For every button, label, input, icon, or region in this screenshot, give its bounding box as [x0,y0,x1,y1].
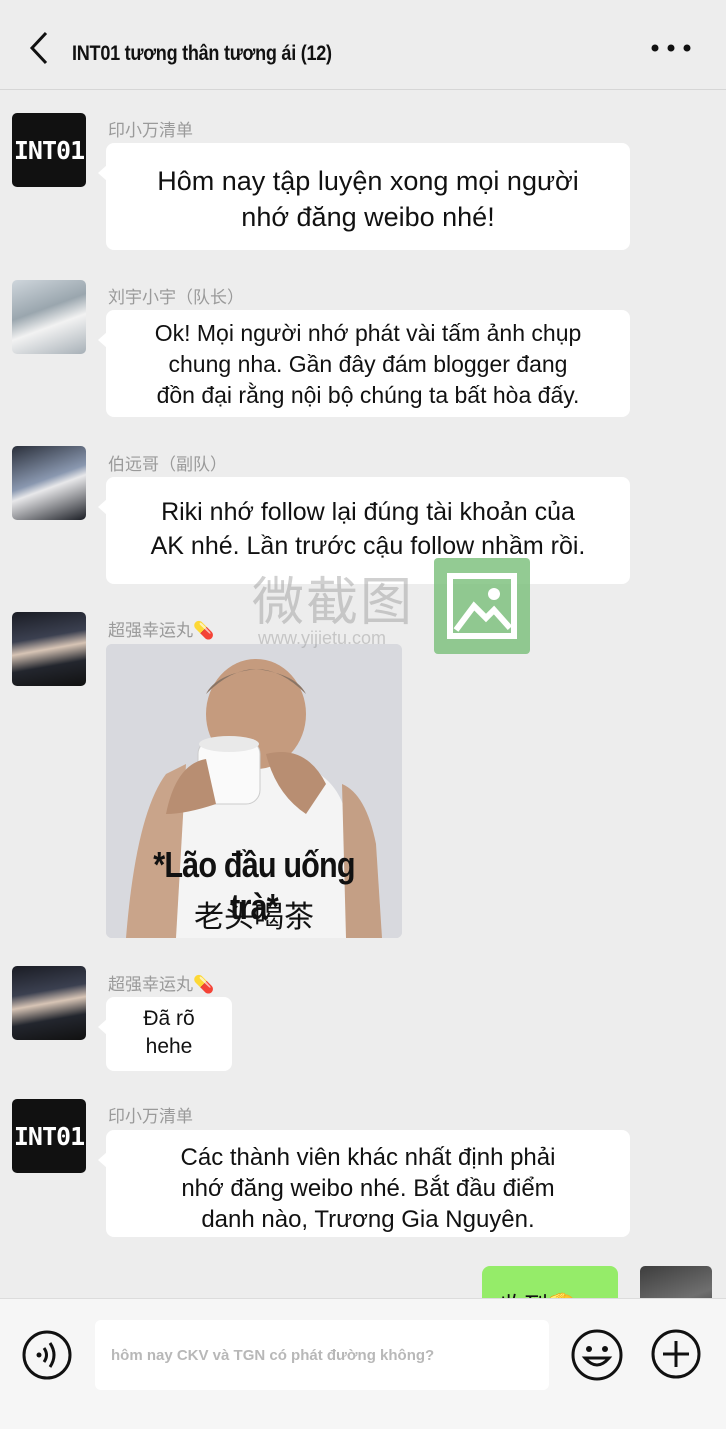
message-line: danh nào, Trương Gia Nguyên. [201,1206,535,1233]
message-bubble[interactable]: Hôm nay tập luyện xong mọi người nhớ đăn… [98,143,630,250]
chevron-left-icon[interactable] [26,30,56,66]
sticker-caption-chinese: 老头喝茶 [194,901,314,934]
avatar-logo-text: INT01 [13,135,85,165]
message-line: nhớ đăng weibo nhé! [241,202,495,232]
message-line: AK nhé. Lần trước cậu follow nhầm rồi. [150,532,586,560]
message-bubble[interactable]: Ok! Mọi người nhớ phát vài tấm ảnh chụp … [98,310,630,417]
message-bubble[interactable]: Các thành viên khác nhất định phải nhớ đ… [98,1130,630,1237]
chat-header: INT01 tương thân tương ái (12) [0,0,726,90]
message-line: Riki nhớ follow lại đúng tài khoản của [161,498,575,526]
message-line: đồn đại rằng nội bộ chúng ta bất hòa đấy… [156,382,580,408]
message-line: hehe [145,1035,193,1058]
avatar[interactable] [12,612,86,686]
avatar[interactable]: INT01 [12,1099,86,1173]
sender-name: 印小万清单 [108,121,193,140]
message-input-box[interactable] [95,1320,549,1390]
sender-name: 超强幸运丸💊 [108,975,215,994]
message-bubble[interactable]: Đã rõ hehe [98,997,232,1071]
sender-name: 印小万清单 [108,1107,193,1126]
message-line: nhớ đăng weibo nhé. Bắt đầu điểm [181,1175,555,1202]
avatar[interactable] [12,966,86,1040]
sticker-image[interactable]: *Lão đầu uống trà* 老头喝茶 [106,644,402,938]
message-input[interactable] [95,1320,549,1390]
message-line: Ok! Mọi người nhớ phát vài tấm ảnh chụp [154,320,582,346]
message-line: chung nha. Gần đây đám blogger đang [168,351,568,377]
more-dots-icon[interactable] [648,38,694,58]
avatar[interactable] [12,446,86,520]
chat-title: INT01 tương thân tương ái (12) [72,42,332,65]
avatar[interactable] [12,280,86,354]
voice-icon[interactable] [22,1330,72,1380]
message-line: Đã rõ [143,1007,195,1030]
avatar[interactable]: INT01 [12,113,86,187]
message-line: Các thành viên khác nhất định phải [180,1144,556,1171]
message-bubble[interactable]: Riki nhớ follow lại đúng tài khoản của A… [98,477,630,584]
avatar-logo-text: INT01 [13,1121,85,1151]
sender-name: 超强幸运丸💊 [108,621,215,640]
sender-name: 伯远哥（副队） [108,455,227,474]
input-bar [0,1298,726,1429]
plus-icon[interactable] [650,1328,702,1380]
sender-name: 刘宇小宇（队长） [108,288,244,307]
emoji-icon[interactable] [570,1328,624,1382]
message-line: Hôm nay tập luyện xong mọi người [157,166,579,196]
